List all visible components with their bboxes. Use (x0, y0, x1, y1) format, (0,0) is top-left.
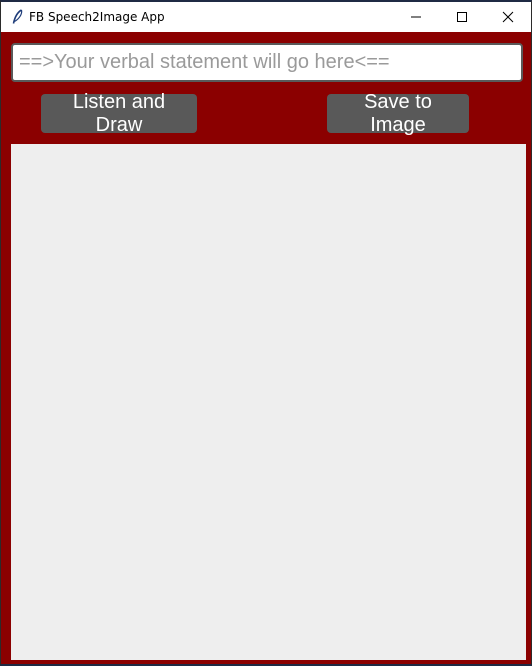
window-controls (393, 2, 531, 32)
listen-and-draw-button[interactable]: Listen and Draw (41, 91, 197, 136)
maximize-icon[interactable] (439, 2, 485, 32)
feather-icon (7, 7, 27, 27)
app-window: FB Speech2Image App Listen and Draw Save… (0, 0, 532, 666)
window-title: FB Speech2Image App (29, 10, 165, 24)
main-content: Listen and Draw Save to Image (1, 32, 531, 664)
title-bar[interactable]: FB Speech2Image App (1, 2, 531, 32)
close-icon[interactable] (485, 2, 531, 32)
minimize-icon[interactable] (393, 2, 439, 32)
drawing-canvas[interactable] (11, 144, 526, 660)
statement-input[interactable] (11, 43, 523, 82)
save-to-image-button[interactable]: Save to Image (327, 91, 469, 136)
